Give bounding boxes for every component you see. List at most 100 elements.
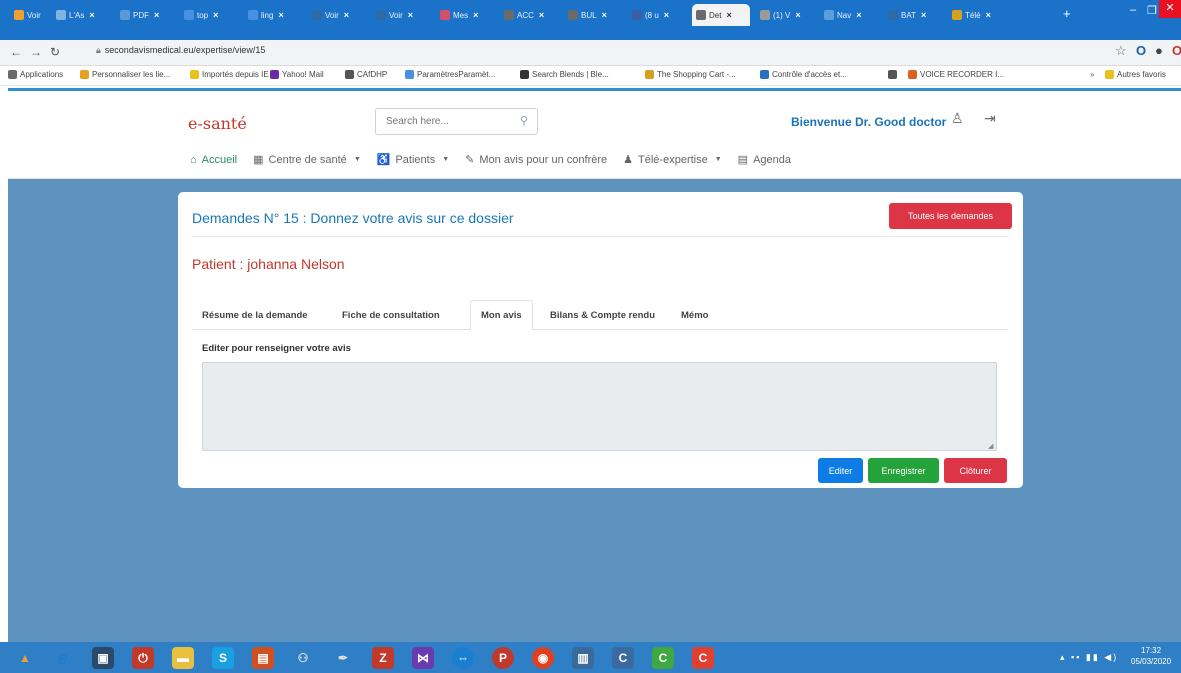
skype-icon[interactable]: S: [212, 647, 234, 669]
browser-tab[interactable]: Voir×: [10, 6, 46, 24]
teamviewer-icon[interactable]: ⇔: [452, 647, 474, 669]
tab-close-icon[interactable]: ×: [602, 10, 607, 20]
tab-4[interactable]: Bilans & Compte rendu: [540, 300, 665, 330]
folder-icon[interactable]: ▬: [172, 647, 194, 669]
tab-2[interactable]: Fiche de consultation: [332, 300, 450, 330]
extension-icon-3[interactable]: O: [1172, 43, 1181, 58]
browser-tab[interactable]: ling ×: [244, 6, 302, 24]
tab-close-icon[interactable]: ×: [726, 10, 731, 20]
browser-tab[interactable]: Mes ×: [436, 6, 494, 24]
pdf-icon[interactable]: P: [492, 647, 514, 669]
bookmark-item[interactable]: Autres favoris: [1105, 70, 1166, 79]
tab-close-icon[interactable]: ×: [664, 10, 669, 20]
bookmark-item[interactable]: [888, 70, 900, 79]
save-button[interactable]: Enregistrer: [868, 458, 939, 483]
app-icon-5[interactable]: C: [652, 647, 674, 669]
bookmark-item[interactable]: Yahoo! Mail: [270, 70, 324, 79]
restore-button[interactable]: ❐: [1147, 4, 1157, 17]
nav-item-2[interactable]: ▦ Centre de santé ▼: [253, 153, 361, 167]
bookmark-item[interactable]: Contrôle d'accès et...: [760, 70, 847, 79]
logo[interactable]: e-santé: [188, 114, 247, 133]
browser-tab[interactable]: BAT ×: [884, 6, 942, 24]
browser-tab[interactable]: Nav ×: [820, 6, 878, 24]
app-icon-2[interactable]: ▤: [252, 647, 274, 669]
bookmark-favicon-icon: [270, 70, 279, 79]
network-icon[interactable]: ⚇: [292, 647, 314, 669]
tab-close-icon[interactable]: ×: [473, 10, 478, 20]
new-tab-button[interactable]: +: [1063, 6, 1071, 21]
close-case-button[interactable]: Clôturer: [944, 458, 1007, 483]
browser-tab[interactable]: L'As ×: [52, 6, 110, 24]
bookmark-item[interactable]: Personnaliser les lie...: [80, 70, 170, 79]
tab-close-icon[interactable]: ×: [539, 10, 544, 20]
filezilla-icon[interactable]: Z: [372, 647, 394, 669]
more-bookmarks-icon[interactable]: »: [1090, 70, 1094, 79]
extension-icon[interactable]: O: [1136, 43, 1146, 58]
nav-item-5[interactable]: ♟ Télé-expertise ▼: [623, 153, 722, 167]
tab-close-icon[interactable]: ×: [89, 10, 94, 20]
bookmark-item[interactable]: Search Blends | Ble...: [520, 70, 609, 79]
url-field[interactable]: 🔒︎ secondavismedical.eu/expertise/view/15: [96, 45, 265, 56]
reload-icon[interactable]: ↻: [50, 45, 60, 59]
ie-icon[interactable]: e: [52, 647, 74, 669]
browser-tab[interactable]: BUL ×: [564, 6, 622, 24]
pen-icon[interactable]: ✒: [332, 647, 354, 669]
edit-button[interactable]: Editer: [818, 458, 863, 483]
user-icon[interactable]: ♙: [951, 110, 964, 127]
tab-close-icon[interactable]: ×: [154, 10, 159, 20]
visual-studio-icon[interactable]: ⋈: [412, 647, 434, 669]
browser-tab[interactable]: Télé ×: [948, 6, 1006, 24]
nav-item-3[interactable]: ♿ Patients ▼: [377, 153, 449, 167]
resize-handle-icon[interactable]: ◢: [988, 442, 993, 450]
back-arrow-icon[interactable]: ←: [10, 45, 22, 59]
system-tray[interactable]: ▴ ▪▪ ▮▮ ◀︎): [1060, 652, 1118, 663]
bookmark-item[interactable]: The Shopping Cart -...: [645, 70, 736, 79]
opinion-textarea[interactable]: [202, 362, 997, 451]
tab-close-icon[interactable]: ×: [856, 10, 861, 20]
bookmark-item[interactable]: Applications: [8, 70, 63, 79]
vlc-icon[interactable]: ▲: [14, 647, 36, 669]
forward-arrow-icon[interactable]: →: [30, 45, 42, 59]
bookmarks-bar: Applications Personnaliser les lie... Impo…: [0, 66, 1181, 86]
browser-tab[interactable]: PDF ×: [116, 6, 174, 24]
logout-icon[interactable]: ⇥: [984, 110, 996, 127]
browser-tab[interactable]: top ×: [180, 6, 238, 24]
tab-close-icon[interactable]: ×: [921, 10, 926, 20]
star-icon[interactable]: ☆: [1115, 43, 1127, 59]
tab-close-icon[interactable]: ×: [278, 10, 283, 20]
extension-icon-2[interactable]: ●: [1155, 43, 1163, 58]
browser-tab[interactable]: ACC ×: [500, 6, 558, 24]
search-icon[interactable]: ⚲: [520, 114, 528, 127]
app-icon-3[interactable]: ▥: [572, 647, 594, 669]
tab-close-icon[interactable]: ×: [344, 10, 349, 20]
tab-3[interactable]: Mon avis: [470, 300, 533, 330]
tab-close-icon[interactable]: ×: [795, 10, 800, 20]
bookmark-item[interactable]: Importés depuis IE: [190, 70, 269, 79]
nav-item-1[interactable]: ⌂ Accueil: [190, 153, 237, 166]
browser-tab[interactable]: (8 u ×: [628, 6, 686, 24]
browser-tab[interactable]: Voir×: [372, 6, 430, 24]
all-demands-button[interactable]: Toutes les demandes: [889, 203, 1012, 229]
clock[interactable]: 17:32 05/03/2020: [1131, 645, 1171, 667]
bookmark-item[interactable]: CAfDHP: [345, 70, 387, 79]
power-icon[interactable]: ⏻: [132, 647, 154, 669]
minimize-button[interactable]: ‒: [1130, 4, 1136, 16]
tab-1[interactable]: Résume de la demande: [192, 300, 318, 330]
nav-item-4[interactable]: ✎ Mon avis pour un confrère: [465, 153, 607, 167]
tab-close-icon[interactable]: ×: [986, 10, 991, 20]
chrome-icon[interactable]: ◉: [532, 647, 554, 669]
search-input[interactable]: [376, 109, 506, 134]
app-icon-4[interactable]: C: [612, 647, 634, 669]
tab-close-icon[interactable]: ×: [213, 10, 218, 20]
nav-item-6[interactable]: ▤ Agenda: [738, 153, 791, 167]
browser-tab[interactable]: Det ×: [692, 4, 750, 26]
tab-close-icon[interactable]: ×: [408, 10, 413, 20]
bookmark-item[interactable]: VOICE RECORDER I...: [908, 70, 1004, 79]
app-icon-6[interactable]: C: [692, 647, 714, 669]
app-icon-1[interactable]: ▣: [92, 647, 114, 669]
window-close-button[interactable]: ✕: [1159, 0, 1181, 18]
browser-tab[interactable]: (1) V ×: [756, 6, 814, 24]
browser-tab[interactable]: Voir×: [308, 6, 366, 24]
tab-5[interactable]: Mémo: [671, 300, 718, 330]
bookmark-item[interactable]: ParamètresParamèt...: [405, 70, 495, 79]
